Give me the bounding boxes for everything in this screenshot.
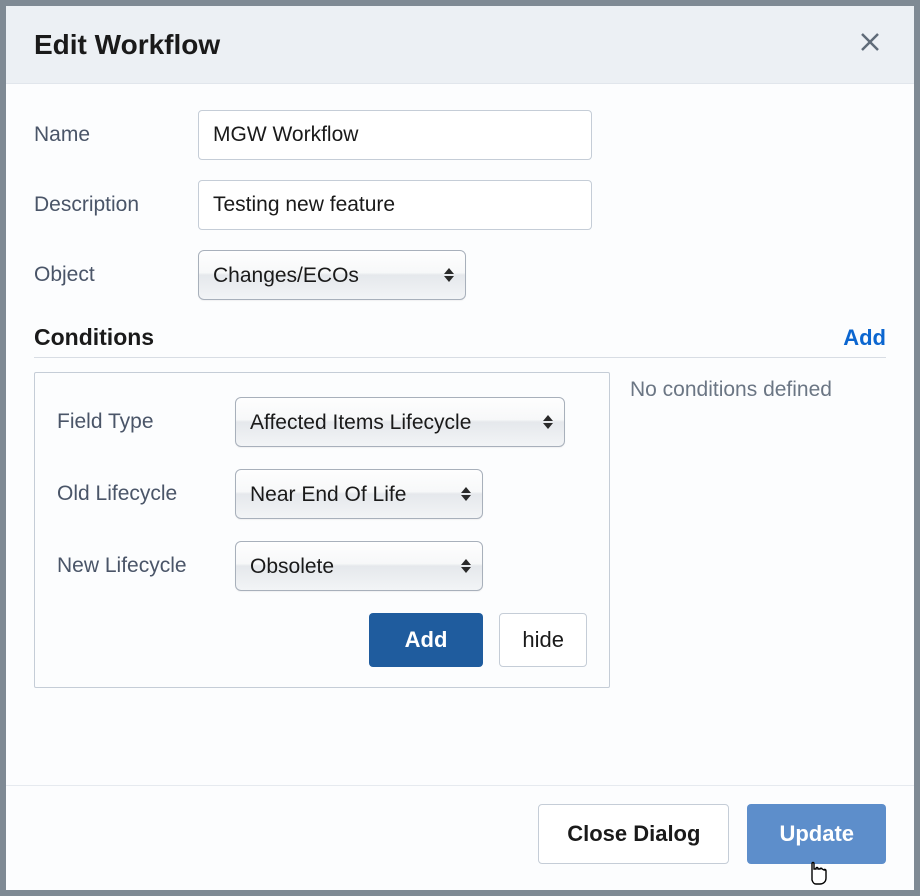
field-type-select-wrap: Affected Items Lifecycle bbox=[235, 397, 565, 447]
conditions-empty-text: No conditions defined bbox=[630, 372, 832, 688]
description-row: Description bbox=[34, 180, 886, 230]
conditions-body: Field Type Affected Items Lifecycle Old … bbox=[34, 372, 886, 688]
name-input[interactable] bbox=[198, 110, 592, 160]
update-button-label: Update bbox=[779, 821, 854, 846]
dialog-header: Edit Workflow bbox=[6, 6, 914, 84]
field-type-row: Field Type Affected Items Lifecycle bbox=[57, 397, 587, 447]
condition-panel: Field Type Affected Items Lifecycle Old … bbox=[34, 372, 610, 688]
pointer-cursor-icon bbox=[804, 856, 830, 886]
old-lifecycle-select[interactable]: Near End Of Life bbox=[235, 469, 483, 519]
dialog-footer: Close Dialog Update bbox=[6, 785, 914, 890]
new-lifecycle-row: New Lifecycle Obsolete bbox=[57, 541, 587, 591]
old-lifecycle-row: Old Lifecycle Near End Of Life bbox=[57, 469, 587, 519]
object-select-wrap: Changes/ECOs bbox=[198, 250, 466, 300]
panel-hide-button[interactable]: hide bbox=[499, 613, 587, 667]
new-lifecycle-label: New Lifecycle bbox=[57, 554, 235, 578]
add-condition-link[interactable]: Add bbox=[843, 325, 886, 351]
object-select[interactable]: Changes/ECOs bbox=[198, 250, 466, 300]
dialog-body: Name Description Object Changes/ECOs Con… bbox=[6, 84, 914, 785]
field-type-label: Field Type bbox=[57, 410, 235, 434]
close-dialog-button[interactable]: Close Dialog bbox=[538, 804, 729, 864]
field-type-select[interactable]: Affected Items Lifecycle bbox=[235, 397, 565, 447]
name-row: Name bbox=[34, 110, 886, 160]
conditions-header: Conditions Add bbox=[34, 324, 886, 358]
object-label: Object bbox=[34, 263, 198, 287]
panel-add-button[interactable]: Add bbox=[369, 613, 484, 667]
old-lifecycle-select-wrap: Near End Of Life bbox=[235, 469, 483, 519]
new-lifecycle-select-wrap: Obsolete bbox=[235, 541, 483, 591]
panel-actions: Add hide bbox=[357, 613, 587, 667]
update-button[interactable]: Update bbox=[747, 804, 886, 864]
old-lifecycle-label: Old Lifecycle bbox=[57, 482, 235, 506]
edit-workflow-dialog: Edit Workflow Name Description Object Ch… bbox=[6, 6, 914, 890]
close-icon[interactable] bbox=[854, 26, 886, 63]
description-input[interactable] bbox=[198, 180, 592, 230]
dialog-title: Edit Workflow bbox=[34, 29, 220, 61]
conditions-title: Conditions bbox=[34, 324, 154, 351]
new-lifecycle-select[interactable]: Obsolete bbox=[235, 541, 483, 591]
name-label: Name bbox=[34, 123, 198, 147]
description-label: Description bbox=[34, 193, 198, 217]
object-row: Object Changes/ECOs bbox=[34, 250, 886, 300]
